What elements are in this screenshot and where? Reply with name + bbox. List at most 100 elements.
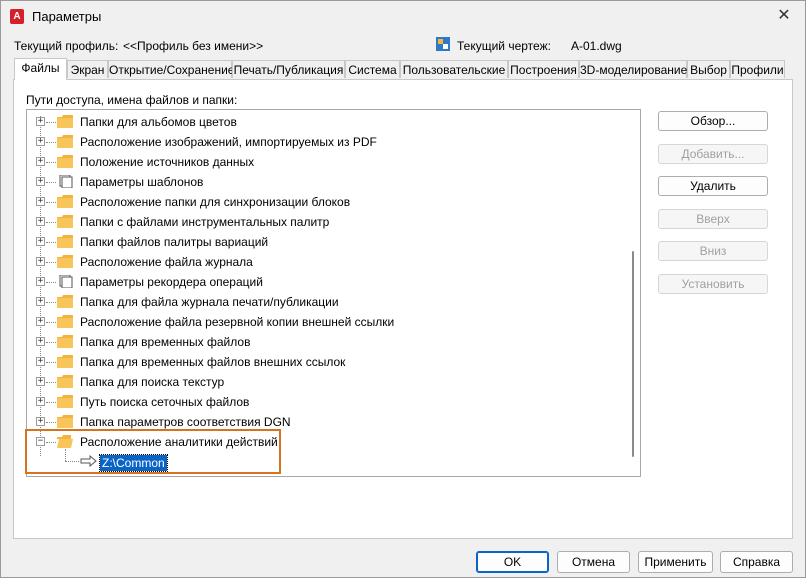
tree-item-label: Папки для альбомов цветов [80, 115, 237, 129]
tree-guide-line [65, 461, 79, 462]
tree-item-textures[interactable]: + Папка для поиска текстур [27, 372, 627, 392]
tab-plot-publish[interactable]: Печать/Публикация [232, 60, 345, 78]
tree-item-temp-files[interactable]: + Папка для временных файлов [27, 332, 627, 352]
tree-item-temp-xrefs[interactable]: + Папка для временных файлов внешних ссы… [27, 352, 627, 372]
tree-item-label: Расположение файла журнала [80, 255, 253, 269]
folder-icon [57, 135, 73, 148]
title-bar: A Параметры ✕ [1, 1, 805, 33]
add-button[interactable]: Добавить... [658, 144, 768, 164]
expand-icon[interactable]: + [36, 177, 45, 186]
tab-system[interactable]: Система [345, 60, 400, 78]
tree-item-label: Расположение файла резервной копии внешн… [80, 315, 395, 329]
tab-open-save[interactable]: Открытие/Сохранение [108, 60, 234, 78]
folder-icon [57, 315, 73, 328]
folder-icon [57, 395, 73, 408]
autocad-app-icon: A [10, 9, 24, 24]
expand-icon[interactable]: + [36, 277, 45, 286]
tab-selection[interactable]: Выбор [687, 60, 730, 78]
folder-icon [57, 355, 73, 368]
expand-icon[interactable]: + [36, 257, 45, 266]
search-paths-tree[interactable]: + Папки для альбомов цветов + Расположен… [26, 109, 641, 477]
tab-files[interactable]: Файлы [14, 58, 67, 80]
tree-item-label: Папка для временных файлов внешних ссыло… [80, 355, 346, 369]
tree-item-label: Параметры рекордера операций [80, 275, 263, 289]
tree-guide-line [65, 449, 66, 461]
tree-item-tool-palettes[interactable]: + Папки с файлами инструментальных палит… [27, 212, 627, 232]
tab-user-preferences[interactable]: Пользовательские [400, 60, 508, 78]
tree-item-label: Папка для временных файлов [80, 335, 251, 349]
current-drawing-label: Текущий чертеж: [457, 39, 551, 53]
folder-icon [57, 215, 73, 228]
expand-icon[interactable]: + [36, 397, 45, 406]
tree-item-label: Папки с файлами инструментальных палитр [80, 215, 330, 229]
folder-icon [57, 415, 73, 428]
remove-button[interactable]: Удалить [658, 176, 768, 196]
tree-item-templates[interactable]: + Параметры шаблонов [27, 172, 627, 192]
expand-icon[interactable]: + [36, 157, 45, 166]
pages-icon [59, 275, 73, 288]
expand-icon[interactable]: + [36, 417, 45, 426]
tree-item-label: Параметры шаблонов [80, 175, 204, 189]
folder-icon [57, 375, 73, 388]
expand-icon[interactable]: + [36, 217, 45, 226]
tree-item-action-recorder[interactable]: + Параметры рекордера операций [27, 272, 627, 292]
folder-icon [57, 195, 73, 208]
tree-item-log-file[interactable]: + Расположение файла журнала [27, 252, 627, 272]
tree-item-pdf-images[interactable]: + Расположение изображений, импортируемы… [27, 132, 627, 152]
tree-item-variation-palettes[interactable]: + Папки файлов палитры вариаций [27, 232, 627, 252]
move-up-button[interactable]: Вверх [658, 209, 768, 229]
folder-icon [57, 335, 73, 348]
folder-icon [57, 115, 73, 128]
set-current-button[interactable]: Установить [658, 274, 768, 294]
tree-item-data-sources[interactable]: + Положение источников данных [27, 152, 627, 172]
expand-icon[interactable]: + [36, 317, 45, 326]
expand-icon[interactable]: + [36, 337, 45, 346]
folder-icon [57, 235, 73, 248]
tree-item-plot-log[interactable]: + Папка для файла журнала печати/публика… [27, 292, 627, 312]
cancel-button[interactable]: Отмена [557, 551, 630, 573]
expand-icon[interactable]: + [36, 297, 45, 306]
tree-item-block-sync[interactable]: + Расположение папки для синхронизации б… [27, 192, 627, 212]
tree-item-label: Папка для поиска текстур [80, 375, 225, 389]
scrollbar-thumb[interactable] [632, 251, 634, 457]
expand-icon[interactable]: + [36, 237, 45, 246]
apply-button[interactable]: Применить [638, 551, 713, 573]
expand-icon[interactable]: + [36, 357, 45, 366]
tree-item-label: Папка параметров соответствия DGN [80, 415, 291, 429]
folder-icon [57, 255, 73, 268]
tree-item-xref-backup[interactable]: + Расположение файла резервной копии вне… [27, 312, 627, 332]
tree-item-label: Папка для файла журнала печати/публикаци… [80, 295, 339, 309]
search-paths-label: Пути доступа, имена файлов и папки: [26, 93, 238, 107]
tree-item-label: Положение источников данных [80, 155, 255, 169]
current-drawing-value: A-01.dwg [571, 39, 622, 53]
tree-item-label: Папки файлов палитры вариаций [80, 235, 269, 249]
tree-item-label: Расположение папки для синхронизации бло… [80, 195, 351, 209]
path-arrow-icon [80, 455, 97, 467]
pages-icon [59, 175, 73, 188]
tab-display[interactable]: Экран [67, 60, 108, 78]
tab-drafting[interactable]: Построения [508, 60, 579, 78]
tree-item-label: Путь поиска сеточных файлов [80, 395, 250, 409]
drawing-icon [436, 37, 450, 51]
tree-item-grid-files[interactable]: + Путь поиска сеточных файлов [27, 392, 627, 412]
move-down-button[interactable]: Вниз [658, 241, 768, 261]
tab-profiles[interactable]: Профили [730, 60, 785, 78]
tab-3d-modeling[interactable]: 3D-моделирование [579, 60, 687, 78]
current-profile-label: Текущий профиль: [14, 39, 119, 53]
expand-icon[interactable]: + [36, 197, 45, 206]
expand-icon[interactable]: + [36, 377, 45, 386]
expand-icon[interactable]: + [36, 137, 45, 146]
expand-icon[interactable]: + [36, 117, 45, 126]
tree-item-color-books[interactable]: + Папки для альбомов цветов [27, 112, 627, 132]
ok-button[interactable]: OK [476, 551, 549, 573]
current-profile-value: <<Профиль без имени>> [123, 39, 264, 53]
browse-button[interactable]: Обзор... [658, 111, 768, 131]
folder-icon [57, 295, 73, 308]
close-icon[interactable]: ✕ [773, 5, 795, 27]
tree-item-label: Расположение изображений, импортируемых … [80, 135, 377, 149]
selected-path-value[interactable]: Z:\Common [99, 454, 168, 472]
window-title: Параметры [32, 9, 102, 24]
tree-scrollbar[interactable] [627, 111, 639, 475]
options-dialog: A Параметры ✕ Текущий профиль: <<Профиль… [0, 0, 806, 578]
help-button[interactable]: Справка [720, 551, 793, 573]
